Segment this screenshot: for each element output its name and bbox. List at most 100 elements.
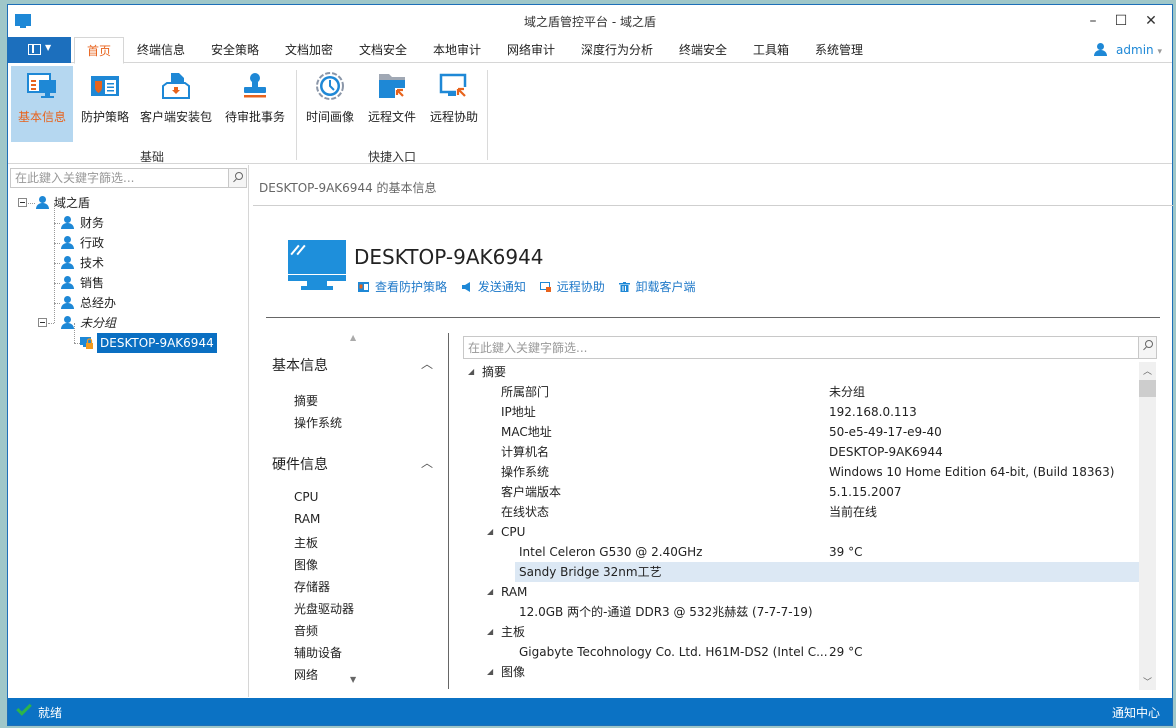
nav-item[interactable]: 摘要 bbox=[294, 392, 318, 409]
nav-item[interactable]: CPU bbox=[294, 490, 318, 504]
tree-node-group[interactable]: 技术 bbox=[54, 254, 214, 272]
ribbon-client-package-button[interactable]: 客户端安装包 bbox=[138, 66, 214, 142]
nav-item[interactable]: 网络 bbox=[294, 666, 318, 680]
grid-row[interactable]: IP地址 192.168.0.113 bbox=[463, 402, 1141, 422]
nav-item[interactable]: 操作系统 bbox=[294, 414, 342, 431]
grid-row[interactable]: 操作系统 Windows 10 Home Edition 64-bit, (Bui… bbox=[463, 462, 1141, 482]
detail-pane: DESKTOP-9AK6944 的基本信息 DESKTOP-9AK6944 查看… bbox=[253, 165, 1173, 697]
locked-computer-icon bbox=[80, 336, 94, 350]
grid-group-row[interactable]: ◢ 图像 bbox=[463, 662, 1141, 682]
minimize-button[interactable]: – bbox=[1082, 11, 1104, 31]
megaphone-icon bbox=[461, 282, 470, 292]
collapse-icon[interactable] bbox=[38, 318, 47, 327]
nav-item[interactable]: 辅助设备 bbox=[294, 644, 342, 661]
tab-home[interactable]: 首页 bbox=[74, 37, 124, 64]
expand-triangle-icon[interactable]: ◢ bbox=[487, 522, 493, 542]
ribbon-label: 时间画像 bbox=[305, 110, 354, 124]
grid-row[interactable]: 客户端版本 5.1.15.2007 bbox=[463, 482, 1141, 502]
detail-filter-input[interactable] bbox=[464, 337, 1156, 358]
search-icon[interactable] bbox=[1138, 337, 1156, 358]
nav-item[interactable]: 主板 bbox=[294, 534, 318, 551]
grid-row[interactable]: 所属部门 未分组 bbox=[463, 382, 1141, 402]
grid-group-row[interactable]: ◢ 主板 bbox=[463, 622, 1141, 642]
group-icon bbox=[61, 256, 75, 269]
nav-item[interactable]: RAM bbox=[294, 512, 320, 526]
detail-nav: ▲ 基本信息 ︿ 摘要 操作系统 硬件信息 ︿ CPU RAM 主板 图像 存储… bbox=[266, 331, 446, 691]
grid-group-row[interactable]: ◢ 摘要 bbox=[463, 362, 1141, 382]
tab-system-management[interactable]: 系统管理 bbox=[808, 37, 870, 64]
tab-behavior-analysis[interactable]: 深度行为分析 bbox=[574, 37, 660, 64]
nav-item[interactable]: 音频 bbox=[294, 622, 318, 639]
ribbon-approval-button[interactable]: 待审批事务 bbox=[220, 66, 290, 142]
scroll-down-icon[interactable]: ▼ bbox=[350, 675, 356, 684]
tab-doc-encryption[interactable]: 文档加密 bbox=[278, 37, 340, 64]
tree-node-ungrouped[interactable]: 未分组 bbox=[38, 314, 208, 332]
scroll-up-icon[interactable]: ︿ bbox=[1139, 364, 1156, 377]
divider bbox=[448, 333, 449, 689]
scrollbar-thumb[interactable] bbox=[1139, 380, 1156, 397]
detail-scrollbar[interactable]: ︿ ﹀ bbox=[1139, 362, 1156, 690]
collapse-chevron-icon[interactable]: ︿ bbox=[421, 454, 433, 471]
tree-node-label: 总经办 bbox=[80, 296, 117, 310]
tree-node-device[interactable]: DESKTOP-9AK6944 bbox=[74, 333, 224, 353]
grid-row[interactable]: MAC地址 50-e5-49-17-e9-40 bbox=[463, 422, 1141, 442]
ribbon-remote-file-button[interactable]: 远程文件 bbox=[363, 66, 421, 142]
ribbon-time-profile-button[interactable]: 时间画像 bbox=[301, 66, 359, 142]
tab-security-policy[interactable]: 安全策略 bbox=[204, 37, 266, 64]
send-notification-link[interactable]: 发送通知 bbox=[461, 278, 526, 295]
app-menu-button[interactable]: ▼ bbox=[8, 37, 71, 63]
expand-triangle-icon[interactable]: ◢ bbox=[487, 582, 493, 602]
nav-item[interactable]: 存储器 bbox=[294, 578, 330, 595]
tab-network-audit[interactable]: 网络审计 bbox=[500, 37, 562, 64]
tab-toolbox[interactable]: 工具箱 bbox=[746, 37, 796, 64]
tree-node-group[interactable]: 财务 bbox=[54, 214, 214, 232]
grid-row[interactable]: 在线状态 当前在线 bbox=[463, 502, 1141, 522]
tree-search-input[interactable] bbox=[11, 169, 246, 187]
grid-row[interactable]: Gigabyte Tecohnology Co. Ltd. H61M-DS2 (… bbox=[463, 642, 1141, 662]
nav-item[interactable]: 光盘驱动器 bbox=[294, 600, 354, 617]
view-policy-link[interactable]: 查看防护策略 bbox=[358, 278, 447, 295]
expand-triangle-icon[interactable]: ◢ bbox=[487, 622, 493, 642]
tree-node-group[interactable]: 行政 bbox=[54, 234, 214, 252]
expand-triangle-icon[interactable]: ◢ bbox=[487, 662, 493, 682]
tab-terminal-info[interactable]: 终端信息 bbox=[130, 37, 192, 64]
search-icon[interactable] bbox=[228, 169, 246, 187]
collapse-chevron-icon[interactable]: ︿ bbox=[421, 355, 433, 372]
ribbon-basic-info-button[interactable]: 基本信息 bbox=[11, 66, 73, 142]
tab-terminal-security[interactable]: 终端安全 bbox=[672, 37, 734, 64]
ribbon-label: 客户端安装包 bbox=[139, 110, 212, 124]
ribbon-remote-assist-button[interactable]: 远程协助 bbox=[425, 66, 483, 142]
uninstall-client-link[interactable]: 卸载客户端 bbox=[618, 278, 696, 295]
tab-doc-security[interactable]: 文档安全 bbox=[352, 37, 414, 64]
nav-section-basic[interactable]: 基本信息 bbox=[272, 355, 328, 375]
scroll-up-icon[interactable]: ▲ bbox=[350, 333, 356, 342]
grid-row-selected[interactable]: Sandy Bridge 32nm工艺 bbox=[515, 562, 1141, 582]
remote-assist-link[interactable]: 远程协助 bbox=[539, 278, 605, 295]
grid-row[interactable]: 12.0GB 两个的-通道 DDR3 @ 532兆赫兹 (7-7-7-19) bbox=[463, 602, 1141, 622]
grid-group-row[interactable]: ◢ RAM bbox=[463, 582, 1141, 602]
grid-group-row[interactable]: ◢ CPU bbox=[463, 522, 1141, 542]
close-button[interactable]: ✕ bbox=[1140, 11, 1162, 31]
ribbon-protection-policy-button[interactable]: 防护策略 bbox=[76, 66, 134, 142]
protection-policy-icon bbox=[91, 76, 119, 96]
remote-assist-icon bbox=[539, 282, 551, 292]
scroll-down-icon[interactable]: ﹀ bbox=[1139, 675, 1156, 688]
tab-local-audit[interactable]: 本地审计 bbox=[426, 37, 488, 64]
nav-item[interactable]: 图像 bbox=[294, 556, 318, 573]
grid-row[interactable]: 计算机名 DESKTOP-9AK6944 bbox=[463, 442, 1141, 462]
clock-icon bbox=[316, 72, 344, 100]
tree-node-group[interactable]: 销售 bbox=[54, 274, 214, 292]
grid-row[interactable]: Intel Celeron G530 @ 2.40GHz 39 °C bbox=[463, 542, 1141, 562]
ribbon-label: 待审批事务 bbox=[224, 110, 285, 124]
nav-section-hardware[interactable]: 硬件信息 bbox=[272, 454, 328, 474]
basic-info-icon bbox=[27, 73, 56, 98]
expand-triangle-icon[interactable]: ◢ bbox=[468, 362, 474, 382]
tree-node-group[interactable]: 总经办 bbox=[54, 294, 214, 312]
chevron-down-icon: ▼ bbox=[45, 43, 52, 52]
notification-center-button[interactable]: 通知中心 bbox=[1112, 704, 1160, 721]
maximize-button[interactable]: ☐ bbox=[1110, 11, 1132, 31]
tree-node-root[interactable]: 域之盾 bbox=[18, 194, 218, 212]
user-menu[interactable]: admin ▾ bbox=[1094, 41, 1162, 59]
collapse-icon[interactable] bbox=[18, 198, 27, 207]
ribbon-group-label-shortcuts: 快捷入口 bbox=[368, 150, 417, 164]
